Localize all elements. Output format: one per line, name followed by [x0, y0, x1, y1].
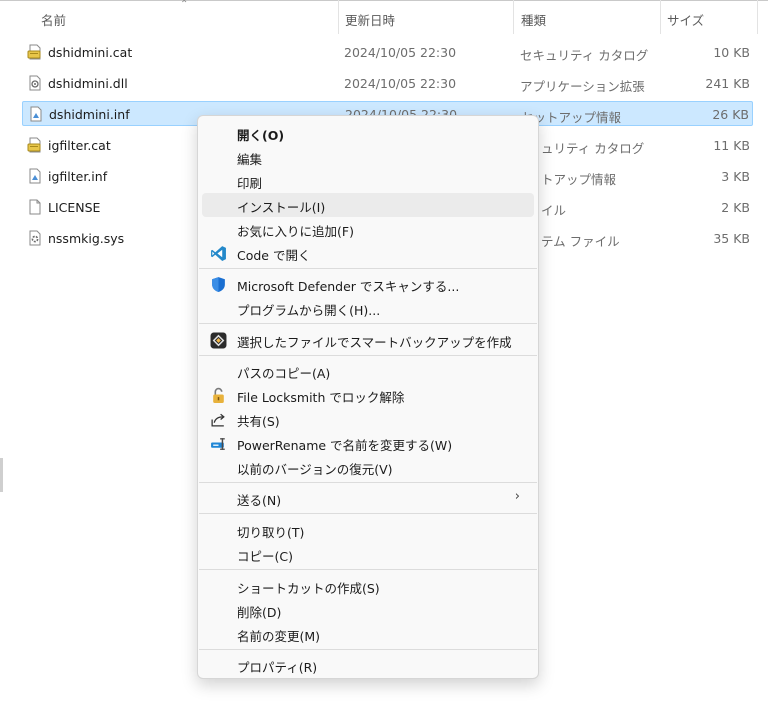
- menu-item-rename[interactable]: 名前の変更(M): [202, 622, 534, 646]
- dll-icon: [29, 75, 41, 91]
- column-divider[interactable]: [513, 0, 514, 34]
- file-type: テム ファイル: [541, 234, 620, 249]
- file-type: イル: [541, 203, 567, 218]
- vscode-icon: [211, 246, 226, 261]
- column-header-size[interactable]: サイズ: [667, 10, 704, 29]
- menu-item-label: 送る(N): [237, 493, 282, 508]
- file-row[interactable]: dshidmini.cat 2024/10/05 22:30 セキュリティ カタ…: [22, 40, 753, 65]
- file-name: igfilter.cat: [48, 138, 111, 153]
- menu-item-print[interactable]: 印刷: [202, 169, 534, 193]
- menu-item-edit[interactable]: 編集: [202, 145, 534, 169]
- menu-item-label: 切り取り(T): [237, 525, 305, 540]
- menu-item-label: 削除(D): [237, 605, 282, 620]
- menu-separator: [199, 355, 537, 356]
- file-name: igfilter.inf: [48, 169, 108, 184]
- menu-separator: [199, 649, 537, 650]
- sort-ascending-icon: ⌃: [180, 0, 189, 10]
- menu-item-file-locksmith[interactable]: File Locksmith でロック解除: [202, 383, 534, 407]
- menu-item-label: プログラムから開く(H)...: [237, 303, 381, 318]
- menu-separator: [199, 569, 537, 570]
- menu-item-label: 選択したファイルでスマートバックアップを作成: [237, 335, 512, 350]
- file-name: dshidmini.inf: [49, 107, 130, 122]
- file-type: アプリケーション拡張: [520, 79, 645, 94]
- file-date: 2024/10/05 22:30: [344, 45, 457, 60]
- column-header-name[interactable]: 名前: [41, 10, 66, 29]
- menu-item-send-to[interactable]: 送る(N) ›: [202, 486, 534, 510]
- file-size: 11 KB: [713, 138, 750, 153]
- column-divider[interactable]: [338, 0, 339, 34]
- menu-item-label: 印刷: [237, 176, 263, 191]
- power-rename-icon: [211, 438, 225, 450]
- file-type: トアップ情報: [541, 172, 617, 187]
- backup-app-icon: [210, 332, 227, 349]
- menu-item-copy[interactable]: コピー(C): [202, 542, 534, 566]
- menu-separator: [199, 513, 537, 514]
- menu-item-label: コピー(C): [237, 549, 293, 564]
- menu-item-delete[interactable]: 削除(D): [202, 598, 534, 622]
- file-name: nssmkig.sys: [48, 231, 125, 246]
- menu-item-label: 名前の変更(M): [237, 629, 321, 644]
- menu-item-cut[interactable]: 切り取り(T): [202, 518, 534, 542]
- menu-item-label: 共有(S): [237, 414, 280, 429]
- file-size: 10 KB: [713, 45, 750, 60]
- column-header-date[interactable]: 更新日時: [345, 10, 395, 29]
- menu-item-add-favorite[interactable]: お気に入りに追加(F): [202, 217, 534, 241]
- menu-item-properties[interactable]: プロパティ(R): [202, 653, 534, 677]
- menu-item-label: 編集: [237, 152, 263, 167]
- menu-item-create-shortcut[interactable]: ショートカットの作成(S): [202, 574, 534, 598]
- inf-icon: [30, 106, 42, 122]
- lock-icon: [213, 387, 224, 403]
- menu-item-label: File Locksmith でロック解除: [237, 390, 405, 405]
- file-size: 241 KB: [705, 76, 750, 91]
- menu-item-restore-previous[interactable]: 以前のバージョンの復元(V): [202, 455, 534, 479]
- menu-item-copy-path[interactable]: パスのコピー(A): [202, 359, 534, 383]
- file-type: セキュリティ カタログ: [520, 48, 649, 63]
- file-size: 35 KB: [713, 231, 750, 246]
- menu-item-label: 以前のバージョンの復元(V): [237, 462, 393, 477]
- menu-item-open[interactable]: 開く(O): [202, 121, 534, 145]
- catalog-icon: [27, 137, 41, 153]
- file-icon: [29, 199, 41, 215]
- menu-item-label: お気に入りに追加(F): [237, 224, 354, 239]
- inf-icon: [29, 168, 41, 184]
- catalog-icon: [27, 44, 41, 60]
- menu-item-label: Microsoft Defender でスキャンする...: [237, 279, 460, 294]
- menu-item-label: パスのコピー(A): [237, 366, 331, 381]
- sys-icon: [29, 230, 41, 246]
- context-menu: 開く(O) 編集 印刷 インストール(I) お気に入りに追加(F) Code で…: [197, 115, 539, 679]
- file-name: dshidmini.dll: [48, 76, 128, 91]
- file-name: dshidmini.cat: [48, 45, 133, 60]
- share-icon: [211, 413, 225, 427]
- column-header-bar: 名前 ⌃ 更新日時 種類 サイズ: [0, 0, 768, 34]
- file-size: 2 KB: [721, 200, 750, 215]
- menu-item-label: 開く(O): [237, 128, 285, 143]
- column-header-type[interactable]: 種類: [521, 10, 546, 29]
- menu-item-open-with[interactable]: プログラムから開く(H)...: [202, 296, 534, 320]
- menu-item-label: ショートカットの作成(S): [237, 581, 380, 596]
- menu-item-share[interactable]: 共有(S): [202, 407, 534, 431]
- column-divider[interactable]: [660, 0, 661, 34]
- chevron-right-icon: ›: [514, 489, 520, 504]
- menu-item-smart-backup[interactable]: 選択したファイルでスマートバックアップを作成: [202, 328, 534, 352]
- file-size: 26 KB: [712, 107, 749, 122]
- menu-item-label: インストール(I): [237, 200, 326, 215]
- scroll-indicator[interactable]: [0, 458, 3, 492]
- menu-item-label: PowerRename で名前を変更する(W): [237, 438, 453, 453]
- file-date: 2024/10/05 22:30: [344, 76, 457, 91]
- menu-separator: [199, 482, 537, 483]
- menu-item-power-rename[interactable]: PowerRename で名前を変更する(W): [202, 431, 534, 455]
- menu-separator: [199, 323, 537, 324]
- menu-item-defender-scan[interactable]: Microsoft Defender でスキャンする...: [202, 272, 534, 296]
- menu-item-label: プロパティ(R): [237, 660, 318, 675]
- file-size: 3 KB: [721, 169, 750, 184]
- menu-item-install[interactable]: インストール(I): [202, 193, 534, 217]
- file-row[interactable]: dshidmini.dll 2024/10/05 22:30 アプリケーション拡…: [22, 71, 753, 96]
- file-name: LICENSE: [48, 200, 101, 215]
- menu-item-label: Code で開く: [237, 248, 311, 263]
- file-type: ュリティ カタログ: [541, 141, 645, 156]
- shield-icon: [212, 277, 225, 292]
- menu-item-open-with-code[interactable]: Code で開く: [202, 241, 534, 265]
- menu-separator: [199, 268, 537, 269]
- column-divider[interactable]: [757, 0, 758, 34]
